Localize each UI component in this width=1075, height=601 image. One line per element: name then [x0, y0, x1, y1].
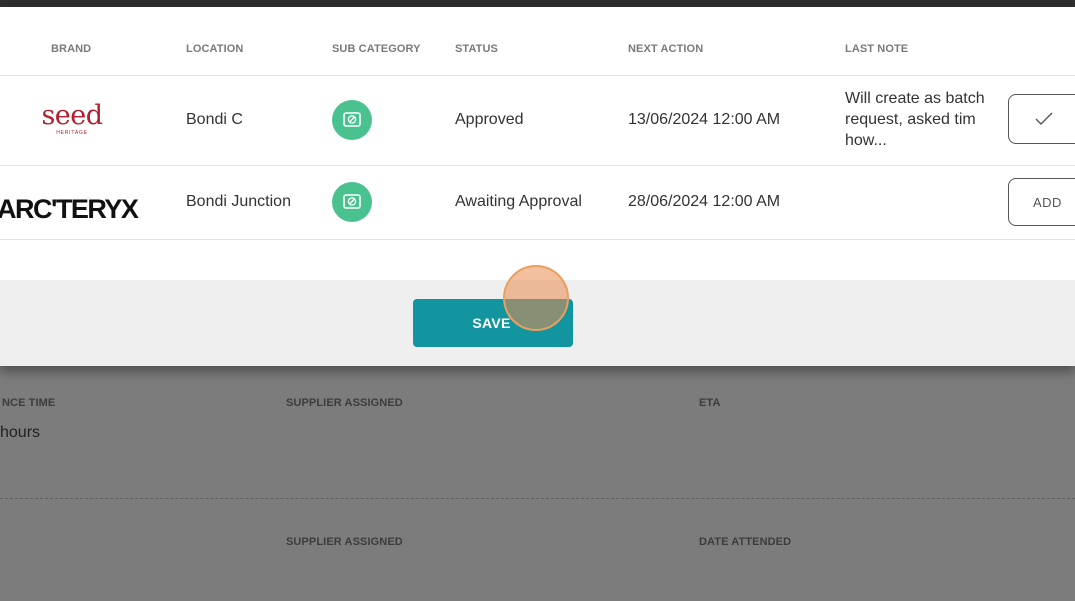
add-note-label: ADD [1033, 194, 1062, 210]
location-cell: Bondi Junction [186, 193, 291, 210]
column-header-last-note[interactable]: LAST NOTE [845, 43, 908, 55]
supplier-assigned-label-2: SUPPLIER ASSIGNED [286, 536, 403, 548]
next-action-cell: 13/06/2024 12:00 AM [628, 111, 781, 128]
click-indicator [503, 265, 569, 331]
response-time-value: hours [0, 424, 41, 441]
modal-top-bar [0, 0, 1075, 7]
location-cell: Bondi C [186, 111, 243, 128]
column-header-sub-category[interactable]: SUB CATEGORY [332, 43, 421, 55]
last-note-cell: Will create as batch request, asked tim … [845, 90, 985, 149]
section-divider [0, 498, 1075, 499]
brand-logo-seed: seed HERITAGE [41, 100, 103, 136]
add-note-button[interactable]: ADD [1008, 178, 1075, 226]
next-action-cell: 28/06/2024 12:00 AM [628, 193, 781, 210]
supplier-assigned-label: SUPPLIER ASSIGNED [286, 397, 403, 409]
row-divider [0, 75, 1075, 76]
column-header-brand[interactable]: BRAND [51, 43, 91, 55]
eta-label: ETA [699, 397, 721, 409]
date-attended-label: DATE ATTENDED [699, 536, 792, 548]
column-header-location[interactable]: LOCATION [186, 43, 243, 55]
column-header-next-action[interactable]: NEXT ACTION [628, 43, 703, 55]
row-divider [0, 239, 1075, 240]
response-time-label: NCE TIME [2, 397, 56, 409]
checkmark-icon [1035, 112, 1053, 125]
brand-logo-arcteryx: ARC'TERYX [0, 194, 139, 224]
status-cell: Approved [455, 111, 524, 128]
no-entry-icon [332, 182, 372, 222]
row-divider [0, 165, 1075, 166]
action-button[interactable] [1008, 94, 1075, 144]
no-entry-icon [332, 100, 372, 140]
status-cell: Awaiting Approval [455, 193, 582, 210]
column-header-status[interactable]: STATUS [455, 43, 498, 55]
